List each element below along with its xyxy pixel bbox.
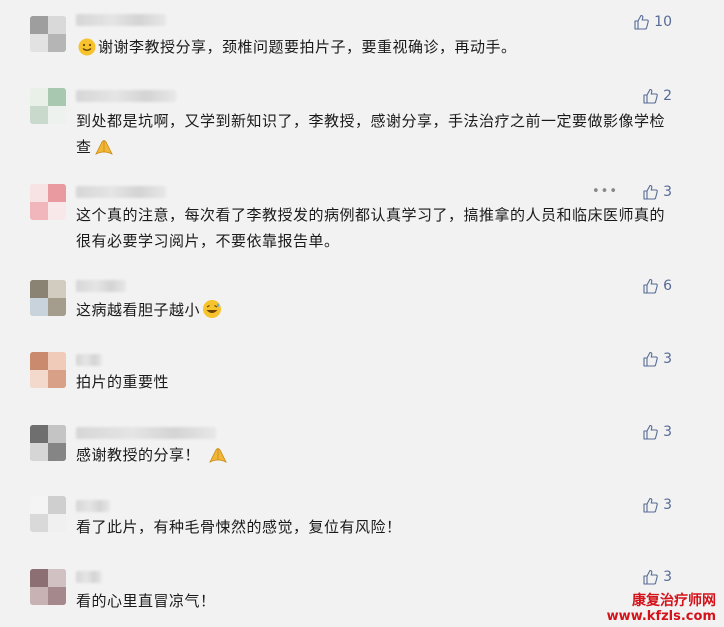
avatar[interactable] <box>30 88 66 124</box>
comment-text: 谢谢李教授分享，颈椎问题要拍片子，要重视确诊，再动手。 <box>76 34 674 60</box>
avatar[interactable] <box>30 280 66 316</box>
like-count: 2 <box>663 88 672 104</box>
commenter-name[interactable] <box>76 90 176 102</box>
commenter-name[interactable] <box>76 500 110 512</box>
comment-text: 看了此片，有种毛骨悚然的感觉，复位有风险！ <box>76 514 674 540</box>
comment-text: 拍片的重要性 <box>76 369 674 395</box>
thumbs-up-icon <box>643 184 658 200</box>
like-count: 3 <box>663 569 672 585</box>
like-button[interactable]: 2 <box>642 88 672 104</box>
comment-item: 这个真的注意，每次看了李教授发的病例都认真学习了，搞推拿的人员和临床医师真的很有… <box>0 180 724 270</box>
thumbs-up-icon <box>643 569 658 585</box>
comment-body: 这个真的注意，每次看了李教授发的病例都认真学习了，搞推拿的人员和临床医师真的很有… <box>76 206 666 250</box>
like-button[interactable]: 10 <box>633 14 672 30</box>
more-options-button[interactable]: ••• <box>592 184 618 199</box>
comment-text: 看的心里直冒凉气！ <box>76 588 674 614</box>
watermark-title: 康复治疗师网 <box>632 593 716 609</box>
thumbs-up-icon <box>643 497 658 513</box>
comment-body: 谢谢李教授分享，颈椎问题要拍片子，要重视确诊，再动手。 <box>98 38 517 56</box>
commenter-name[interactable] <box>76 354 102 366</box>
like-button[interactable]: 6 <box>642 278 672 294</box>
thumbs-up-icon <box>643 424 658 440</box>
like-button[interactable]: 3 <box>642 497 672 513</box>
avatar[interactable] <box>30 352 66 388</box>
commenter-name[interactable] <box>76 280 126 292</box>
thumbs-up-icon <box>643 278 658 294</box>
commenter-name[interactable] <box>76 14 166 26</box>
avatar[interactable] <box>30 16 66 52</box>
commenter-name[interactable] <box>76 571 102 583</box>
comment-text: 这个真的注意，每次看了李教授发的病例都认真学习了，搞推拿的人员和临床医师真的很有… <box>76 202 674 254</box>
thumbs-up-icon <box>643 351 658 367</box>
avatar[interactable] <box>30 184 66 220</box>
avatar[interactable] <box>30 496 66 532</box>
like-button[interactable]: 3 <box>642 184 672 200</box>
commenter-name[interactable] <box>76 186 166 198</box>
watermark-url: www.kfzls.com <box>606 609 716 624</box>
comment-item: 到处都是坑啊，又学到新知识了，李教授，感谢分享，手法治疗之前一定要做影像学检查 … <box>0 80 724 180</box>
commenter-name[interactable] <box>76 427 216 439</box>
site-watermark: 康复治疗师网 www.kfzls.com <box>607 593 716 625</box>
comment-body: 这病越看胆子越小 <box>76 301 201 319</box>
like-count: 3 <box>663 497 672 513</box>
comment-body: 看的心里直冒凉气！ <box>76 592 216 610</box>
like-count: 3 <box>663 184 672 200</box>
comment-body: 感谢教授的分享！ <box>76 446 201 464</box>
thumbs-up-icon <box>634 14 649 30</box>
avatar[interactable] <box>30 569 66 605</box>
comment-body: 拍片的重要性 <box>76 373 170 391</box>
like-count: 3 <box>663 351 672 367</box>
comment-item: 看了此片，有种毛骨悚然的感觉，复位有风险！ 3 <box>0 490 724 560</box>
comment-body: 到处都是坑啊，又学到新知识了，李教授，感谢分享，手法治疗之前一定要做影像学检查 <box>76 112 666 156</box>
like-button[interactable]: 3 <box>642 424 672 440</box>
sweat-laugh-emoji <box>203 300 222 318</box>
like-button[interactable]: 3 <box>642 569 672 585</box>
smile-emoji <box>78 38 96 56</box>
pray-emoji <box>209 448 227 463</box>
comment-body: 看了此片，有种毛骨悚然的感觉，复位有风险！ <box>76 518 402 536</box>
comment-item: 这病越看胆子越小 6 <box>0 270 724 340</box>
like-count: 3 <box>663 424 672 440</box>
comment-text: 感谢教授的分享！ <box>76 442 674 468</box>
comment-text: 到处都是坑啊，又学到新知识了，李教授，感谢分享，手法治疗之前一定要做影像学检查 <box>76 108 674 160</box>
comment-item: 感谢教授的分享！ 3 <box>0 415 724 490</box>
comment-item: 拍片的重要性 3 <box>0 340 724 415</box>
like-button[interactable]: 3 <box>642 351 672 367</box>
pray-emoji <box>94 140 113 155</box>
avatar[interactable] <box>30 425 66 461</box>
comment-item: 谢谢李教授分享，颈椎问题要拍片子，要重视确诊，再动手。 10 <box>0 0 724 80</box>
like-count: 6 <box>663 278 672 294</box>
comment-text: 这病越看胆子越小 <box>76 297 674 323</box>
thumbs-up-icon <box>643 88 658 104</box>
like-count: 10 <box>654 14 672 30</box>
